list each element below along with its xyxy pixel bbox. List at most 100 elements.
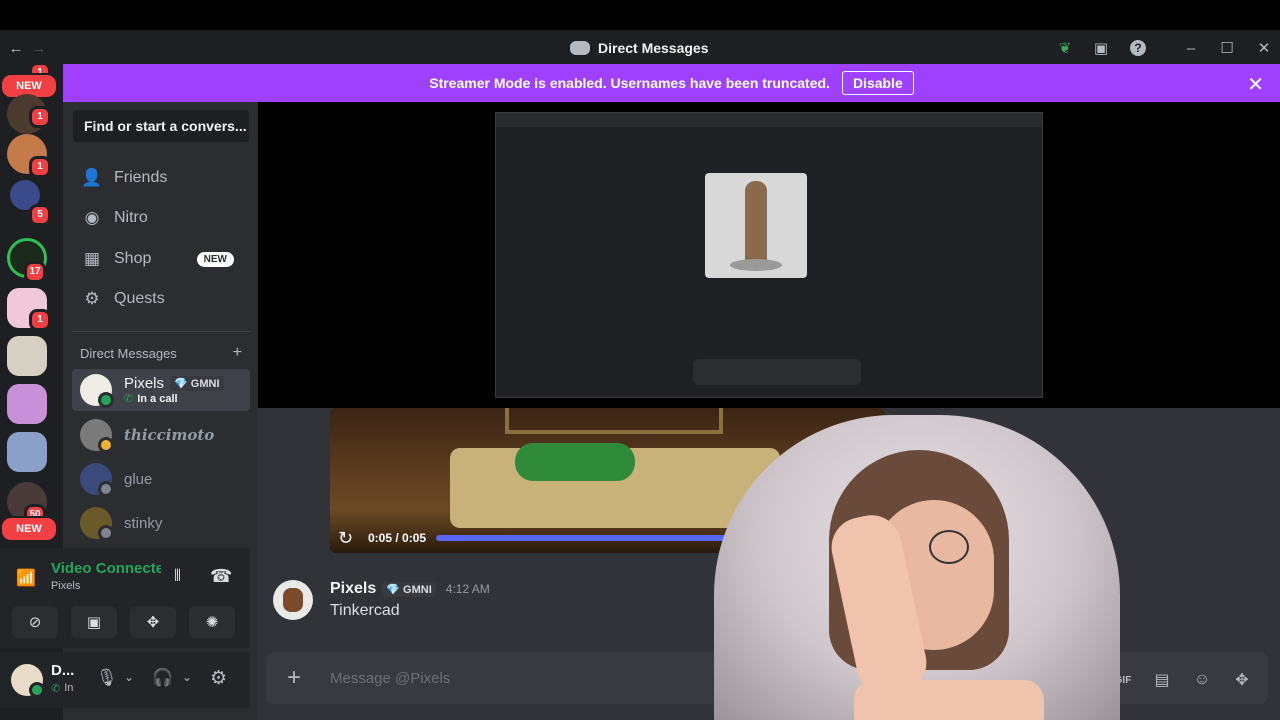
glasses-icon xyxy=(929,530,969,564)
avatar xyxy=(80,463,114,497)
shop-icon: ▦ xyxy=(83,249,101,268)
shoulders-shape xyxy=(854,680,1044,720)
mention-badge: 17 xyxy=(24,261,46,283)
new-tag: NEW xyxy=(196,251,234,267)
banner-text: Streamer Mode is enabled. Usernames have… xyxy=(429,75,830,91)
dm-name: Pixels xyxy=(124,375,165,392)
phone-icon: ✆ xyxy=(124,393,134,405)
dm-header-label: Direct Messages xyxy=(80,346,177,361)
help-icon[interactable]: ? xyxy=(1127,37,1149,59)
headphones-icon[interactable]: 🎧 xyxy=(152,668,173,688)
user-status: ✆ In xyxy=(51,682,74,695)
emoji-icon[interactable]: ☺ xyxy=(1191,669,1213,691)
find-conversation-button[interactable]: Find or start a convers... xyxy=(73,110,249,142)
inbox-icon[interactable]: ▣ xyxy=(1090,37,1112,59)
camera-off-icon: ⊘ xyxy=(28,614,42,631)
camera-off-button[interactable]: ⊘ xyxy=(12,606,58,638)
dm-item[interactable]: stinky xyxy=(72,502,250,544)
dm-item[interactable]: glue xyxy=(72,458,250,500)
close-window-icon[interactable]: ✕ xyxy=(1253,37,1275,59)
screen-share-button[interactable]: ▣ xyxy=(71,606,117,638)
guild-tag: 💎 GMNI xyxy=(170,376,224,391)
figure-base xyxy=(730,259,782,271)
apps-icon[interactable]: ✥ xyxy=(1231,669,1253,691)
voice-channel-name[interactable]: Pixels xyxy=(51,580,80,592)
dm-item[interactable]: thiccimoto xyxy=(72,414,250,456)
dm-item[interactable]: Pixels 💎 GMNI ✆ In a call xyxy=(72,369,250,411)
message-text: Tinkercad xyxy=(330,602,400,619)
connection-signal-icon[interactable]: 📶 xyxy=(16,568,36,588)
back-arrow-icon[interactable]: ← xyxy=(5,37,27,59)
user-name[interactable]: D... xyxy=(51,662,74,679)
mention-badge: 1 xyxy=(29,106,51,128)
nav-quests[interactable]: ⚙ Quests xyxy=(72,280,250,318)
dm-name: glue xyxy=(124,470,153,488)
figure-shape xyxy=(745,181,767,261)
mention-badge: 1 xyxy=(29,156,51,178)
sticker-icon[interactable]: ▤ xyxy=(1151,669,1173,691)
dm-name: stinky xyxy=(124,514,163,532)
activities-icon: ✥ xyxy=(146,614,160,631)
offline-status-icon xyxy=(98,481,114,497)
shared-image-thumbnail xyxy=(705,173,807,278)
activities-button[interactable]: ✥ xyxy=(130,606,176,638)
message-author[interactable]: Pixels xyxy=(330,580,376,598)
settings-gear-icon[interactable]: ⚙ xyxy=(210,667,227,690)
video-time: 0:05 / 0:05 xyxy=(368,531,427,545)
webcam-overlay xyxy=(714,405,1120,720)
phone-icon: ✆ xyxy=(51,683,61,695)
nitro-leaf-icon[interactable]: ❦ xyxy=(1054,37,1076,59)
server-icon[interactable] xyxy=(7,336,47,376)
friends-icon: 👤 xyxy=(81,168,103,187)
voice-status-text[interactable]: Video Connecte xyxy=(51,560,161,577)
nitro-icon: ◉ xyxy=(84,208,100,227)
guild-tag[interactable]: 💎 GMNI xyxy=(382,581,436,597)
message-header: Pixels 💎 GMNI 4:12 AM xyxy=(330,580,490,598)
window-title: Direct Messages xyxy=(570,38,709,58)
offline-status-icon xyxy=(98,525,114,541)
new-unreads-pill[interactable]: NEW xyxy=(0,516,58,542)
dm-name: thiccimoto xyxy=(124,426,215,444)
message-avatar[interactable] xyxy=(273,580,313,620)
mention-badge: 1 xyxy=(29,309,51,331)
nav-label: Shop xyxy=(114,250,152,267)
divider xyxy=(72,331,250,332)
forward-arrow-icon[interactable]: → xyxy=(28,37,50,59)
shared-browser-toolbar xyxy=(496,113,1042,127)
add-attachment-icon[interactable]: + xyxy=(282,666,306,690)
message-input[interactable]: Message @Pixels xyxy=(330,670,450,687)
window-title-text: Direct Messages xyxy=(598,40,709,56)
server-icon[interactable] xyxy=(7,432,47,472)
maximize-icon[interactable]: ☐ xyxy=(1216,37,1238,59)
microphone-icon[interactable]: 🎙 xyxy=(96,668,118,688)
screen-share-stream[interactable] xyxy=(495,112,1043,398)
create-dm-icon[interactable]: + xyxy=(233,345,242,364)
disable-streamer-mode-button[interactable]: Disable xyxy=(841,71,914,95)
close-banner-icon[interactable]: ✕ xyxy=(1247,72,1264,97)
idle-status-icon xyxy=(98,437,114,453)
noise-suppression-icon[interactable]: ⦀ xyxy=(174,568,181,586)
avatar xyxy=(80,419,114,453)
server-icon[interactable] xyxy=(7,384,47,424)
user-avatar[interactable] xyxy=(11,664,45,698)
nav-shop[interactable]: ▦ Shop NEW xyxy=(72,240,250,278)
chevron-down-icon[interactable]: ⌄ xyxy=(182,670,192,684)
minimize-icon[interactable]: – xyxy=(1180,37,1202,59)
shared-prompt-box xyxy=(693,359,861,385)
quests-icon: ⚙ xyxy=(84,289,100,308)
replay-icon[interactable]: ↻ xyxy=(338,528,358,549)
screen-share-icon: ▣ xyxy=(86,614,102,631)
nav-nitro[interactable]: ◉ Nitro xyxy=(72,199,250,237)
sleeping-figure-shape xyxy=(515,443,635,481)
nav-friends[interactable]: 👤 Friends xyxy=(72,159,250,197)
message-timestamp: 4:12 AM xyxy=(445,582,490,596)
avatar xyxy=(80,374,114,408)
soundboard-button[interactable]: ✺ xyxy=(189,606,235,638)
nav-label: Nitro xyxy=(114,209,148,226)
disconnect-icon[interactable]: ☎ xyxy=(210,566,232,587)
avatar-face-shape xyxy=(283,588,303,612)
nav-label: Quests xyxy=(114,290,165,307)
chevron-down-icon[interactable]: ⌄ xyxy=(124,670,134,684)
nav-label: Friends xyxy=(114,169,168,186)
soundboard-icon: ✺ xyxy=(205,614,219,631)
